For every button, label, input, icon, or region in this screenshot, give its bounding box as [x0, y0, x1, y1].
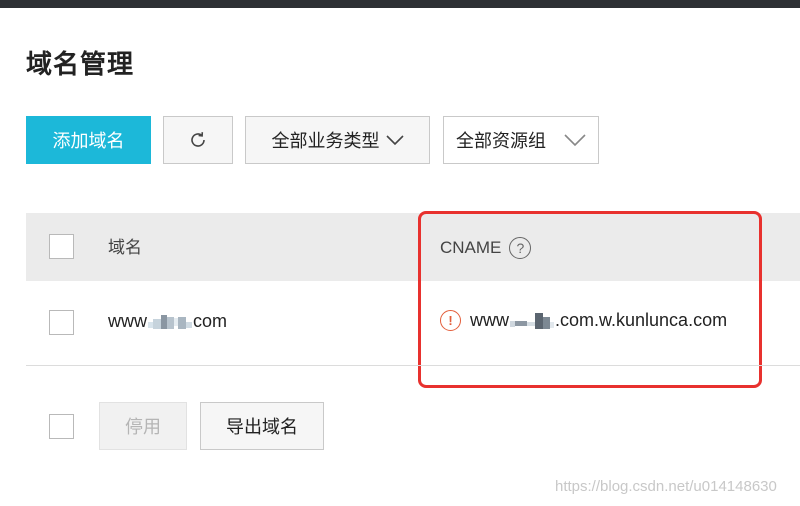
row-checkbox[interactable] [49, 310, 74, 335]
business-type-label: 全部业务类型 [271, 131, 380, 151]
top-bar [0, 0, 800, 8]
row-divider [26, 365, 800, 366]
chevron-down-icon [385, 134, 404, 146]
page-title: 域名管理 [26, 49, 135, 79]
refresh-icon [191, 132, 205, 147]
cname-highlight-box [418, 211, 762, 388]
export-domains-button[interactable]: 导出域名 [200, 402, 324, 450]
select-all-checkbox[interactable] [49, 234, 74, 259]
domain-cell: www com [108, 311, 227, 332]
resource-group-select[interactable]: 全部资源组 [443, 116, 599, 164]
disable-button[interactable]: 停用 [99, 402, 187, 450]
domain-suffix: com [193, 311, 228, 331]
watermark-text: https://blog.csdn.net/u014148630 [555, 478, 777, 495]
chevron-down-icon [564, 133, 586, 147]
add-domain-button[interactable]: 添加域名 [26, 116, 151, 164]
resource-group-label: 全部资源组 [456, 131, 546, 151]
business-type-select[interactable]: 全部业务类型 [245, 116, 430, 164]
column-header-domain: 域名 [108, 238, 142, 257]
footer-select-checkbox[interactable] [49, 414, 74, 439]
domain-prefix: www [108, 311, 147, 331]
refresh-button[interactable] [163, 116, 233, 164]
redacted-mosaic [148, 314, 192, 329]
